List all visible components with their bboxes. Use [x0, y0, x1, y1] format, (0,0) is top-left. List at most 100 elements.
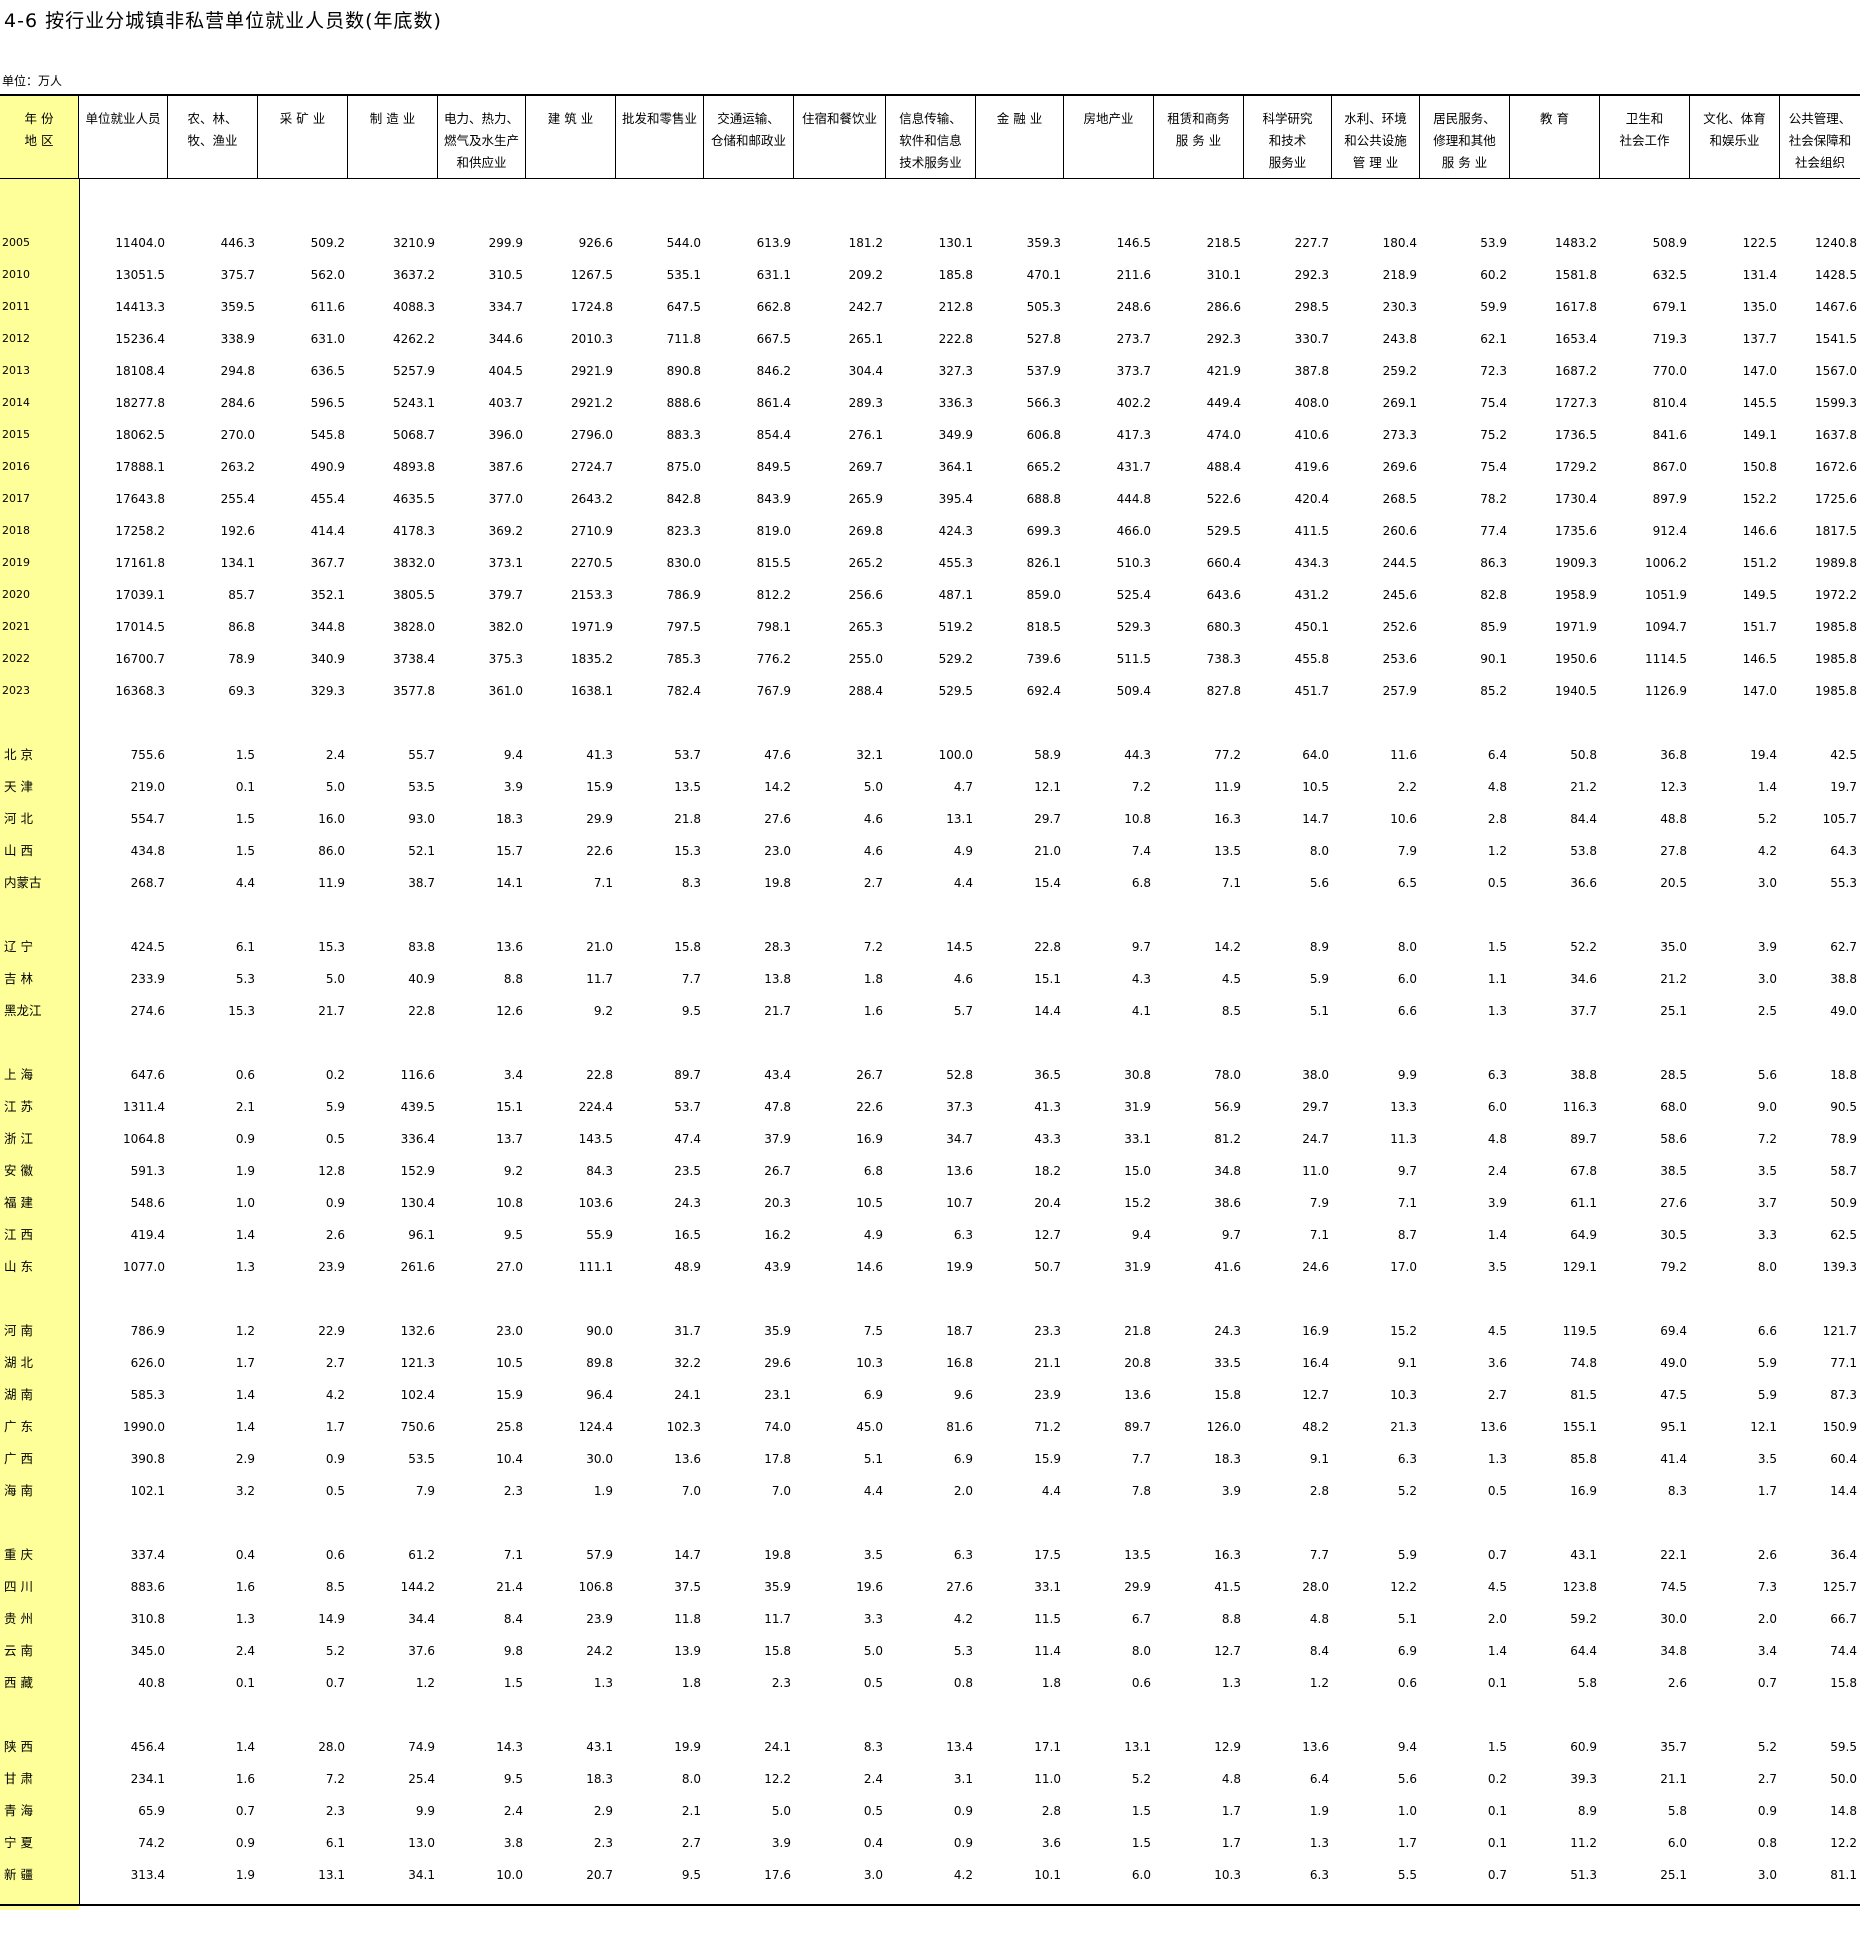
table-cell: 3.5 — [1757, 1452, 1777, 1466]
table-cell: 43.1 — [1570, 1548, 1597, 1562]
row-label-region: 重 庆 — [4, 1547, 33, 1562]
table-cell: 9.4 — [1397, 1740, 1417, 1754]
table-cell: 3.6 — [1487, 1356, 1507, 1370]
table-cell: 218.5 — [1206, 236, 1241, 250]
table-cell: 44.3 — [1124, 748, 1151, 762]
table-cell: 310.1 — [1206, 268, 1241, 282]
table-cell: 4635.5 — [393, 492, 435, 506]
table-cell: 1581.8 — [1555, 268, 1597, 282]
table-cell: 2.4 — [863, 1772, 883, 1786]
table-cell: 842.8 — [666, 492, 701, 506]
table-cell: 373.7 — [1116, 364, 1151, 378]
table-cell: 9.7 — [1397, 1164, 1417, 1178]
table-cell: 9.5 — [503, 1228, 523, 1242]
table-cell: 417.3 — [1116, 428, 1151, 442]
table-cell: 1267.5 — [571, 268, 613, 282]
table-cell: 5.1 — [1397, 1612, 1417, 1626]
table-cell: 289.3 — [848, 396, 883, 410]
table-cell: 38.7 — [408, 876, 435, 890]
table-cell: 548.6 — [130, 1196, 165, 1210]
table-cell: 1730.4 — [1555, 492, 1597, 506]
table-cell: 16.3 — [1214, 1548, 1241, 1562]
table-cell: 529.5 — [1206, 524, 1241, 538]
row-label-region: 山 西 — [4, 843, 33, 858]
table-cell: 2.7 — [863, 876, 883, 890]
table-cell: 102.4 — [400, 1388, 435, 1402]
table-cell: 14.7 — [1302, 812, 1329, 826]
table-cell: 883.3 — [666, 428, 701, 442]
table-cell: 12.1 — [1034, 780, 1061, 794]
table-cell: 252.6 — [1382, 620, 1417, 634]
table-cell: 28.0 — [1302, 1580, 1329, 1594]
table-cell: 41.3 — [586, 748, 613, 762]
table-cell: 10.0 — [496, 1868, 523, 1882]
table-cell: 2.4 — [235, 1644, 255, 1658]
table-cell: 11404.0 — [115, 236, 165, 250]
table-cell: 150.8 — [1742, 460, 1777, 474]
table-row: 2021 17014.5 86.8 344.8 3828.0 382.0 1971.9 797… — [0, 611, 1860, 643]
table-cell: 1985.8 — [1815, 620, 1857, 634]
table-cell: 3.9 — [503, 780, 523, 794]
table-cell: 0.7 — [1757, 1676, 1777, 1690]
table-cell: 18.2 — [1034, 1164, 1061, 1178]
table-row: 陕 西 456.4 1.4 28.0 74.9 14.3 43.1 19.9 24.1 8.3 13… — [0, 1731, 1860, 1763]
table-cell: 4.8 — [1309, 1612, 1329, 1626]
table-cell: 1114.5 — [1645, 652, 1687, 666]
table-cell: 470.1 — [1026, 268, 1061, 282]
table-cell: 149.5 — [1742, 588, 1777, 602]
table-cell: 2.4 — [503, 1804, 523, 1818]
table-cell: 14.3 — [496, 1740, 523, 1754]
table-cell: 667.5 — [756, 332, 791, 346]
table-cell: 9.0 — [1757, 1100, 1777, 1114]
table-cell: 16700.7 — [115, 652, 165, 666]
table-cell: 41.3 — [1034, 1100, 1061, 1114]
table-cell: 15.8 — [1214, 1388, 1241, 1402]
table-cell: 9.5 — [681, 1868, 701, 1882]
table-row: 甘 肃 234.1 1.6 7.2 25.4 9.5 18.3 8.0 12.2 2.4 3.1 11… — [0, 1763, 1860, 1795]
table-cell: 0.1 — [1487, 1804, 1507, 1818]
table-cell: 152.2 — [1742, 492, 1777, 506]
table-cell: 525.4 — [1116, 588, 1151, 602]
table-cell: 1599.3 — [1815, 396, 1857, 410]
table-cell: 1240.8 — [1815, 236, 1857, 250]
table-cell: 455.8 — [1294, 652, 1329, 666]
table-cell: 130.4 — [400, 1196, 435, 1210]
table-cell: 265.3 — [848, 620, 883, 634]
table-cell: 5.2 — [1757, 812, 1777, 826]
table-cell: 11.6 — [1390, 748, 1417, 762]
table-cell: 211.6 — [1116, 268, 1151, 282]
table-cell: 1.8 — [863, 972, 883, 986]
table-cell: 131.4 — [1742, 268, 1777, 282]
row-label-region: 江 苏 — [4, 1099, 33, 1114]
table-cell: 14.4 — [1034, 1004, 1061, 1018]
table-cell: 1467.6 — [1815, 300, 1857, 314]
table-cell: 243.8 — [1382, 332, 1417, 346]
table-cell: 26.7 — [856, 1068, 883, 1082]
table-cell: 79.2 — [1660, 1260, 1687, 1274]
table-row: 重 庆 337.4 0.4 0.6 61.2 7.1 57.9 14.7 19.8 3.5 6.3 1… — [0, 1539, 1860, 1571]
table-cell: 22.9 — [318, 1324, 345, 1338]
table-cell: 4.2 — [1757, 844, 1777, 858]
table-cell: 562.0 — [310, 268, 345, 282]
table-cell: 11.4 — [1034, 1644, 1061, 1658]
table-cell: 16.4 — [1302, 1356, 1329, 1370]
table-cell: 883.6 — [130, 1580, 165, 1594]
table-cell: 9.6 — [953, 1388, 973, 1402]
table-cell: 96.4 — [586, 1388, 613, 1402]
table-cell: 1006.2 — [1645, 556, 1687, 570]
table-cell: 74.4 — [1830, 1644, 1857, 1658]
table-cell: 11.7 — [764, 1612, 791, 1626]
table-cell: 6.0 — [1131, 1868, 1151, 1882]
table-cell: 89.7 — [674, 1068, 701, 1082]
table-cell: 18277.8 — [115, 396, 165, 410]
table-cell: 265.2 — [848, 556, 883, 570]
table-cell: 43.9 — [764, 1260, 791, 1274]
table-cell: 13.1 — [946, 812, 973, 826]
table-cell: 10.3 — [856, 1356, 883, 1370]
table-cell: 32.2 — [674, 1356, 701, 1370]
table-cell: 2921.9 — [571, 364, 613, 378]
table-cell: 102.3 — [666, 1420, 701, 1434]
table-cell: 253.6 — [1382, 652, 1417, 666]
table-cell: 420.4 — [1294, 492, 1329, 506]
table-cell: 0.2 — [1487, 1772, 1507, 1786]
